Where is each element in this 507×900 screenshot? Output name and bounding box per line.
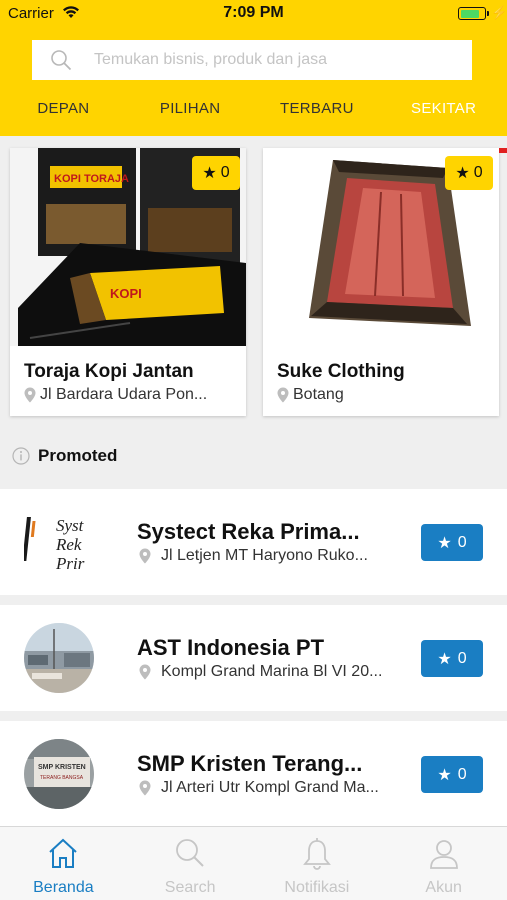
logo-text-line-3: Prir [55, 554, 85, 573]
tab-label: Beranda [33, 879, 94, 896]
card-location: Jl Bardara Udara Pon... [24, 386, 236, 404]
svg-text:KOPI TORAJA: KOPI TORAJA [54, 173, 129, 185]
battery-icon [458, 7, 489, 20]
featured-card-suke-clothing[interactable]: ★ 0 Suke Clothing Botang [263, 148, 499, 416]
tab-terbaru[interactable]: TERBARU [254, 86, 381, 130]
app-header: Carrier 7:09 PM ⚡ DEPAN PILIHAN TERBARU … [0, 0, 507, 136]
location-text: Jl Bardara Udara Pon... [40, 386, 208, 403]
card-title: Suke Clothing [277, 361, 405, 382]
battery-level [460, 9, 480, 18]
promoted-item-smp-kristen[interactable]: SMP KRISTEN TERANG BANGSA SMP Kristen Te… [0, 721, 507, 827]
school-sign-photo: SMP KRISTEN TERANG BANGSA [24, 739, 94, 809]
location-pin-icon [139, 548, 151, 564]
rating-badge[interactable]: ★ 0 [445, 156, 493, 190]
star-icon: ★ [202, 165, 217, 182]
logo-text-line-2: Rek [55, 535, 82, 554]
svg-text:KOPI: KOPI [110, 286, 142, 301]
rating-button[interactable]: ★ 0 [421, 756, 483, 793]
tab-label: Akun [425, 879, 462, 896]
edge-indicator [499, 148, 507, 153]
tab-beranda[interactable]: Beranda [0, 827, 127, 900]
location-text: Jl Letjen MT Haryono Ruko... [161, 547, 368, 564]
search-bar[interactable] [32, 40, 472, 80]
user-icon [429, 840, 458, 869]
promoted-item-systect[interactable]: Syst Rek Prir Systect Reka Prima... Jl L… [0, 489, 507, 595]
business-title: Systect Reka Prima... [137, 519, 360, 544]
tab-label: Search [164, 879, 216, 896]
business-location: Jl Arteri Utr Kompl Grand Ma... [139, 779, 401, 797]
logo-text-line-1: Syst [56, 516, 85, 535]
tab-pilihan[interactable]: PILIHAN [127, 86, 254, 130]
business-title: SMP Kristen Terang... [137, 751, 363, 776]
rating-value: 0 [473, 164, 483, 181]
rating-value: 0 [457, 533, 467, 551]
status-bar: Carrier 7:09 PM ⚡ [0, 0, 507, 30]
star-icon: ★ [437, 650, 452, 668]
featured-section: KOPI TORAJA KOPI ★ 0 Toraja Kopi Jantan [0, 136, 507, 426]
promoted-item-ast-indonesia[interactable]: AST Indonesia PT Kompl Grand Marina Bl V… [0, 605, 507, 711]
tab-label: Notifikasi [284, 879, 350, 896]
rating-button[interactable]: ★ 0 [421, 524, 483, 561]
building-photo [24, 623, 94, 693]
location-pin-icon [139, 664, 151, 680]
tab-search[interactable]: Search [127, 827, 254, 900]
tab-akun[interactable]: Akun [380, 827, 507, 900]
tab-depan[interactable]: DEPAN [0, 86, 127, 130]
star-icon: ★ [437, 766, 452, 784]
business-logo: Syst Rek Prir [24, 507, 94, 577]
location-pin-icon [24, 387, 36, 403]
bell-icon [303, 838, 331, 870]
tab-sekitar[interactable]: SEKITAR [380, 86, 507, 130]
business-title: AST Indonesia PT [137, 635, 325, 660]
promoted-label: Promoted [38, 446, 118, 465]
location-text: Kompl Grand Marina Bl VI 20... [161, 663, 383, 680]
top-tabs: DEPAN PILIHAN TERBARU SEKITAR [0, 86, 507, 130]
location-pin-icon [139, 780, 151, 796]
card-title: Toraja Kopi Jantan [24, 361, 194, 382]
search-icon [176, 839, 204, 867]
clock: 7:09 PM [223, 4, 284, 21]
sign-text-line-2: TERANG BANGSA [40, 775, 84, 781]
home-icon [49, 838, 78, 868]
promoted-header: Promoted [0, 436, 507, 476]
rating-button[interactable]: ★ 0 [421, 640, 483, 677]
star-icon: ★ [455, 165, 470, 182]
bottom-tab-bar: Beranda Search Notifikasi Akun [0, 826, 507, 900]
rating-badge[interactable]: ★ 0 [192, 156, 240, 190]
charging-bolt-icon: ⚡ [491, 5, 507, 20]
search-icon [51, 50, 72, 71]
location-text: Botang [293, 386, 344, 403]
tab-notifikasi[interactable]: Notifikasi [254, 827, 381, 900]
card-location: Botang [277, 386, 489, 404]
rating-value: 0 [457, 649, 467, 667]
business-location: Kompl Grand Marina Bl VI 20... [139, 663, 401, 681]
rating-value: 0 [220, 164, 230, 181]
sign-text-line-1: SMP KRISTEN [38, 764, 86, 771]
info-icon[interactable] [12, 447, 30, 465]
featured-card-toraja-kopi[interactable]: KOPI TORAJA KOPI ★ 0 Toraja Kopi Jantan [10, 148, 246, 416]
star-icon: ★ [437, 534, 452, 552]
location-pin-icon [277, 387, 289, 403]
rating-value: 0 [457, 765, 467, 783]
location-text: Jl Arteri Utr Kompl Grand Ma... [161, 779, 379, 796]
search-input[interactable] [94, 40, 464, 80]
business-location: Jl Letjen MT Haryono Ruko... [139, 547, 401, 565]
